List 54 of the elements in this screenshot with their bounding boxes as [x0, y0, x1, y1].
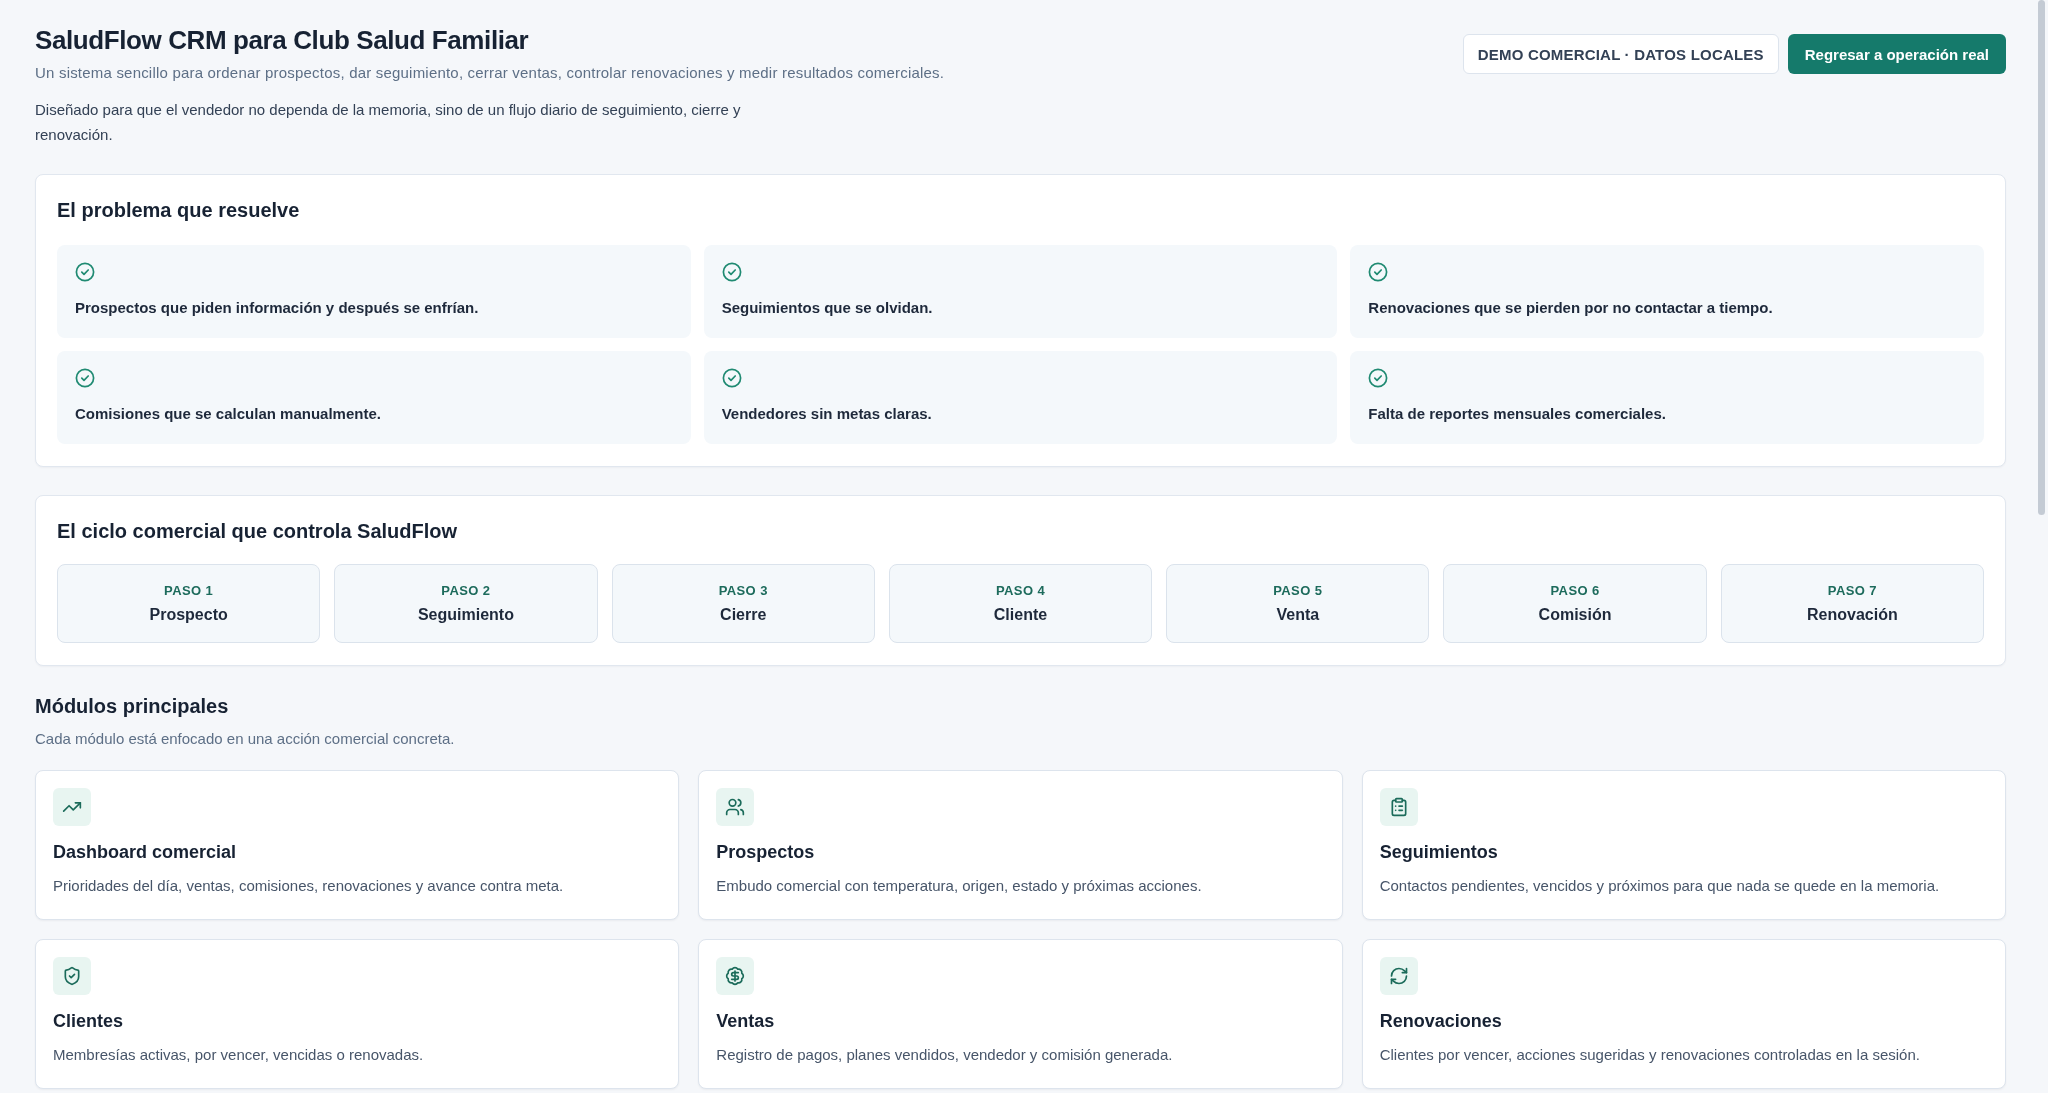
module-title: Prospectos	[716, 841, 815, 864]
problem-text: Falta de reportes mensuales comerciales.	[1368, 404, 1666, 424]
trend-up-icon	[53, 788, 91, 826]
check-circle-icon	[721, 368, 742, 388]
problem-text: Renovaciones que se pierden por no contactar a tiempo.	[1368, 298, 1773, 318]
dollar-badge-icon	[716, 957, 755, 995]
module-title: Renovaciones	[1379, 1010, 1502, 1033]
step-number: PASO 7	[1827, 583, 1877, 599]
page-description: Diseñado para que el vendedor no dependa de la memoria, sino de un flujo diario de seguimiento, cierre y renovación.	[35, 100, 742, 145]
step-name: Venta	[1276, 605, 1320, 625]
check-circle-icon	[1368, 262, 1389, 282]
step-name: Seguimiento	[417, 605, 514, 625]
step-number: PASO 1	[164, 583, 214, 599]
check-circle-icon	[75, 262, 95, 282]
refresh-icon	[1379, 957, 1418, 995]
page-title: SaludFlow CRM para Club Salud Familiar	[35, 24, 530, 57]
demo-badge: DEMO COMERCIAL · DATOS LOCALES	[1462, 34, 1779, 74]
module-title: Clientes	[53, 1010, 124, 1033]
problem-text: Seguimientos que se olvidan.	[721, 298, 933, 318]
step-name: Comisión	[1538, 605, 1612, 625]
problem-text: Comisiones que se calculan manualmente.	[75, 404, 381, 424]
section-subtitle: Cada módulo está enfocado en una acción comercial concreta.	[35, 729, 456, 749]
shield-check-icon	[53, 957, 91, 995]
section-title: Módulos principales	[35, 694, 230, 719]
step-name: Renovación	[1807, 605, 1898, 625]
module-description: Contactos pendientes, vencidos y próximos para que nada se quede en la memoria.	[1379, 876, 1940, 896]
module-description: Registro de pagos, planes vendidos, vendedor y comisión generada.	[716, 1045, 1173, 1065]
module-description: Membresías activas, por vencer, vencidas o renovadas.	[53, 1045, 424, 1065]
clipboard-icon	[1379, 788, 1418, 826]
step-name: Cierre	[720, 605, 767, 625]
module-title: Seguimientos	[1379, 841, 1498, 864]
module-description: Prioridades del día, ventas, comisiones, renovaciones y avance contra meta.	[53, 876, 564, 896]
step-number: PASO 3	[718, 583, 768, 599]
step-number: PASO 2	[441, 583, 491, 599]
section-title: El problema que resuelve	[57, 198, 301, 223]
step-number: PASO 6	[1550, 583, 1600, 599]
return-button[interactable]: Regresar a operación real	[1787, 34, 2006, 74]
problem-text: Prospectos que piden información y después se enfrían.	[75, 298, 479, 318]
module-title: Ventas	[716, 1010, 775, 1033]
check-circle-icon	[721, 262, 742, 282]
module-title: Dashboard comercial	[53, 841, 237, 864]
step-name: Cliente	[993, 605, 1048, 625]
section-title: El ciclo comercial que controla SaludFlow	[57, 519, 459, 544]
module-description: Clientes por vencer, acciones sugeridas y renovaciones controladas en la sesión.	[1379, 1045, 1920, 1065]
module-description: Embudo comercial con temperatura, origen, estado y próximas acciones.	[716, 876, 1202, 896]
scrollbar-thumb[interactable]	[2038, 0, 2045, 515]
check-circle-icon	[75, 368, 95, 388]
step-name: Prospecto	[149, 605, 228, 625]
page-subtitle: Un sistema sencillo para ordenar prospectos, dar seguimiento, cerrar ventas, controlar renovaciones y medir resultados comerciales.	[35, 63, 945, 83]
step-number: PASO 4	[995, 583, 1046, 599]
users-icon	[716, 788, 755, 826]
step-number: PASO 5	[1273, 583, 1323, 599]
problem-text: Vendedores sin metas claras.	[721, 404, 932, 424]
check-circle-icon	[1368, 368, 1389, 388]
